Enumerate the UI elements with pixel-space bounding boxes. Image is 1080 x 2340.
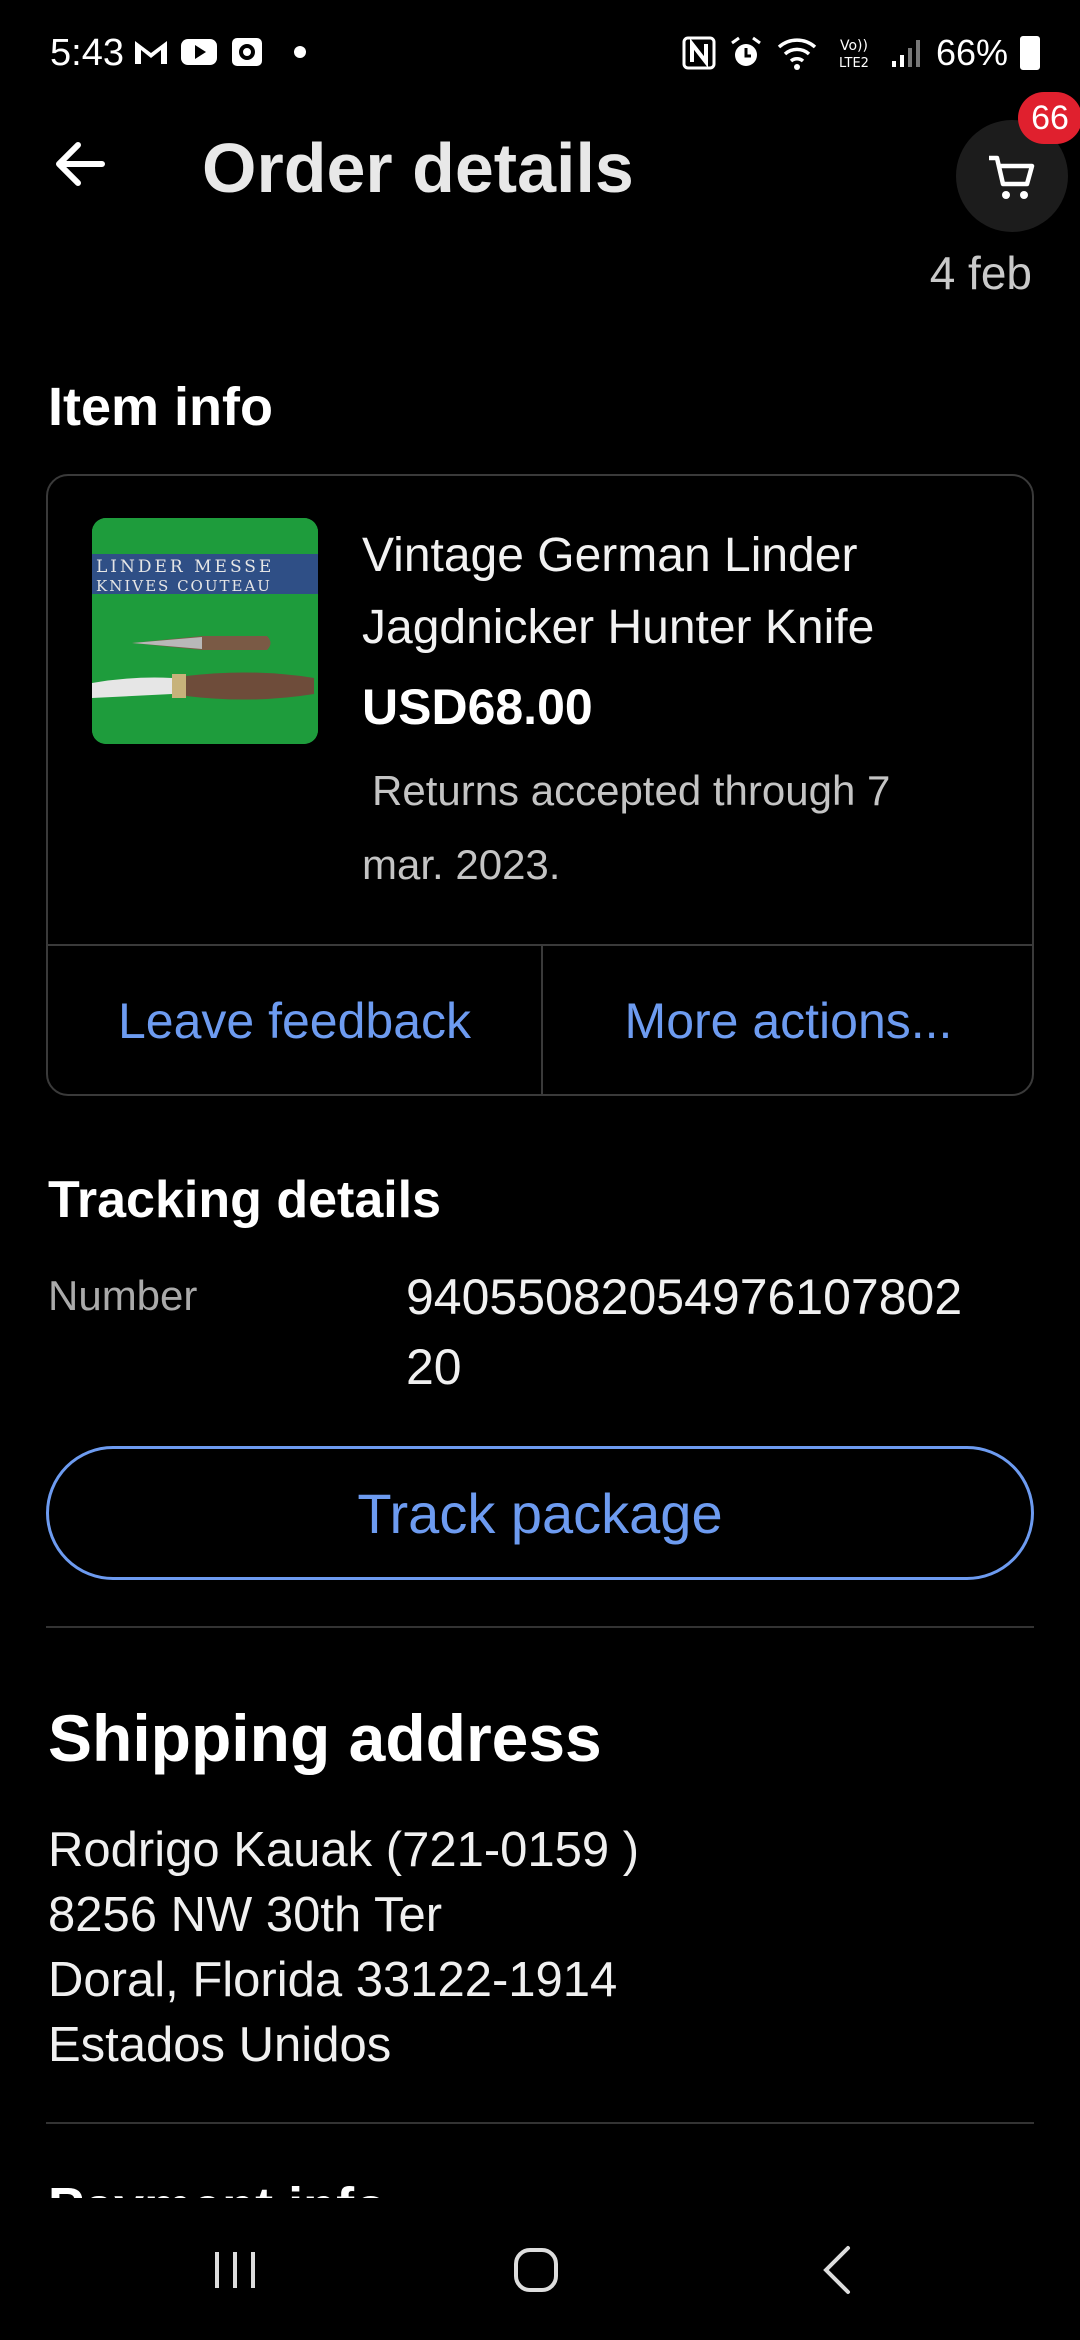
tracking-details-heading: Tracking details [48,1171,442,1229]
shipping-address: Rodrigo Kauak (721-0159 ) 8256 NW 30th T… [48,1818,639,2078]
notification-icons [132,34,306,70]
status-bar: 5:43 Vo)) LTE2 66% [0,0,1080,110]
youtube-icon [181,39,217,65]
volte-icon: Vo)) LTE2 [839,38,869,71]
more-actions-button[interactable]: More actions... [543,946,1034,1096]
item-thumbnail[interactable]: LINDER MESSE KNIVES COUTEAU [92,518,318,744]
section-divider [46,1626,1034,1628]
home-icon[interactable] [486,2230,586,2310]
item-card: LINDER MESSE KNIVES COUTEAU Vintage Germ… [46,474,1034,1096]
item-title-line-1: Vintage German Linder [362,529,858,582]
payment-info-heading: Payment info [48,2172,488,2198]
battery-percent: 66% [935,32,1008,73]
nfc-icon [682,36,716,70]
battery-icon [1020,36,1040,70]
item-title[interactable]: Vintage German Linder Jagdnicker Hunter … [362,520,1002,664]
system-navigation-bar [0,2200,1080,2340]
item-info-heading: Item info [48,377,273,437]
item-price: USD68.00 [362,679,593,735]
tracking-number-line-1: 94055082054976107802 [406,1269,963,1325]
payment-info-heading-text: Payment info [48,2172,488,2198]
returns-line-1: Returns accepted through 7 [372,767,891,814]
gmail-icon [135,41,167,64]
wifi-icon [777,38,817,70]
back-nav-icon[interactable] [790,2230,890,2310]
status-time: 5:43 [50,32,124,74]
address-line: Doral, Florida 33122-1914 [48,1953,618,2007]
thumb-text-2: KNIVES COUTEAU [96,577,272,595]
svg-text:LTE2: LTE2 [839,56,869,71]
app-header: Order details [0,110,1080,232]
leave-feedback-button[interactable]: Leave feedback [48,946,541,1096]
tracking-number-label: Number [48,1272,198,1319]
item-title-line-2: Jagdnicker Hunter Knife [362,601,875,654]
address-line: Estados Unidos [48,2018,392,2072]
dot-icon [294,46,306,58]
signal-icon [891,40,920,67]
shipping-address-heading: Shipping address [48,1701,602,1775]
cart-icon [989,155,1035,199]
address-line: 8256 NW 30th Ter [48,1888,443,1942]
svg-text:Vo)): Vo)) [840,38,868,54]
tracking-number-value[interactable]: 94055082054976107802 20 [406,1262,1026,1402]
tracking-number-line-2: 20 [406,1339,462,1395]
address-line: Rodrigo Kauak (721-0159 ) [48,1823,640,1877]
track-package-button[interactable]: Track package [46,1446,1034,1580]
cart-count-badge: 66 [1018,92,1080,144]
knife-image: LINDER MESSE KNIVES COUTEAU [92,518,318,744]
returns-policy: Returns accepted through 7 mar. 2023. [362,754,1002,902]
back-arrow-icon[interactable] [48,132,112,196]
returns-line-2: mar. 2023. [362,841,561,888]
page-title: Order details [202,129,634,207]
order-date: 4 feb [929,247,1032,299]
section-divider [46,2122,1034,2124]
system-status-icons: Vo)) LTE2 66% [682,32,1040,74]
outlook-icon [232,38,262,66]
recent-apps-icon[interactable] [185,2230,285,2310]
alarm-icon [731,36,761,66]
thumb-text-1: LINDER MESSE [96,557,274,577]
